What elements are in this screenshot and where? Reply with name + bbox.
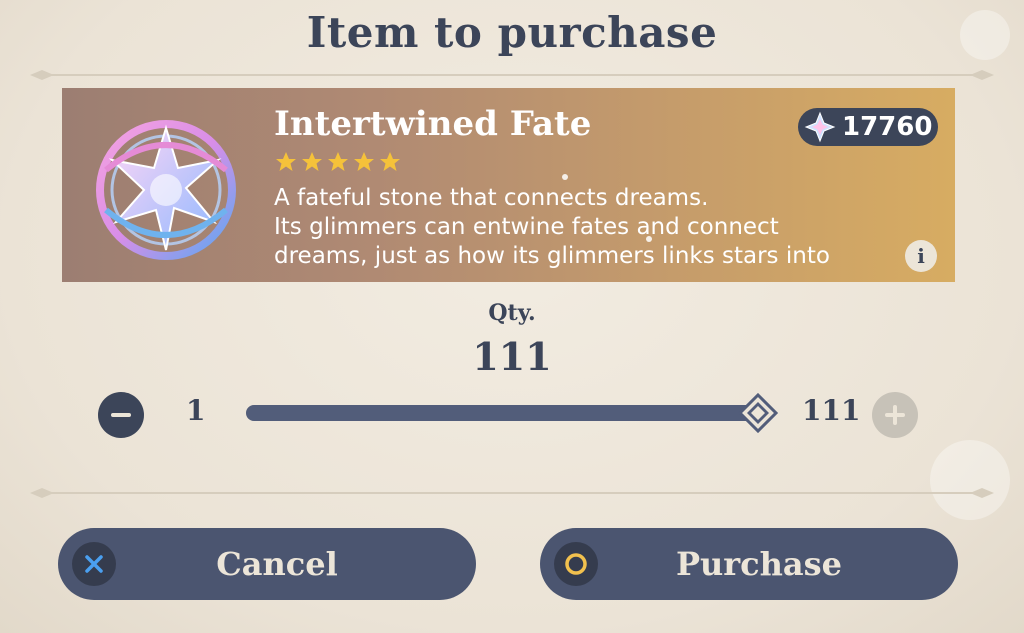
increase-quantity-button[interactable] xyxy=(872,392,918,438)
purchase-dialog: Item to purchase Intertwined Fate A fate… xyxy=(0,0,1024,633)
background-bokeh xyxy=(930,440,1010,520)
currency-amount: 17760 xyxy=(842,112,933,142)
star-icon xyxy=(276,152,296,171)
info-icon: i xyxy=(917,244,925,268)
quantity-slider[interactable] xyxy=(246,405,758,421)
currency-badge: 17760 xyxy=(798,108,938,146)
slider-fill xyxy=(246,405,758,421)
cancel-label: Cancel xyxy=(216,545,338,583)
item-description[interactable]: A fateful stone that connects dreams. It… xyxy=(274,184,914,271)
quantity-label: Qty. xyxy=(488,300,536,326)
decrease-quantity-button[interactable] xyxy=(98,392,144,438)
item-name: Intertwined Fate xyxy=(274,104,592,144)
x-icon xyxy=(72,542,116,586)
star-icon xyxy=(328,152,348,171)
primogem-icon xyxy=(804,111,836,143)
ornamental-divider xyxy=(30,68,994,82)
quantity-min: 1 xyxy=(186,394,206,427)
description-line: dreams, just as how its glimmers links s… xyxy=(274,243,830,269)
slider-handle[interactable] xyxy=(738,393,778,433)
item-banner: Intertwined Fate A fateful stone that co… xyxy=(62,88,955,282)
star-icon xyxy=(380,152,400,171)
star-icon xyxy=(302,152,322,171)
purchase-button[interactable]: Purchase xyxy=(540,528,958,600)
quantity-max: 111 xyxy=(802,394,861,427)
intertwined-fate-icon xyxy=(96,120,236,260)
quantity-value: 111 xyxy=(472,334,552,379)
rarity-stars xyxy=(274,150,402,174)
circle-icon xyxy=(554,542,598,586)
star-icon xyxy=(354,152,374,171)
info-button[interactable]: i xyxy=(905,240,937,272)
dialog-title: Item to purchase xyxy=(306,8,718,57)
cancel-button[interactable]: Cancel xyxy=(58,528,476,600)
minus-icon xyxy=(111,413,131,417)
sparkle xyxy=(562,174,568,180)
ornamental-divider xyxy=(30,486,994,500)
description-line: Its glimmers can entwine fates and conne… xyxy=(274,214,779,240)
purchase-label: Purchase xyxy=(675,545,843,583)
description-line: A fateful stone that connects dreams. xyxy=(274,185,709,211)
